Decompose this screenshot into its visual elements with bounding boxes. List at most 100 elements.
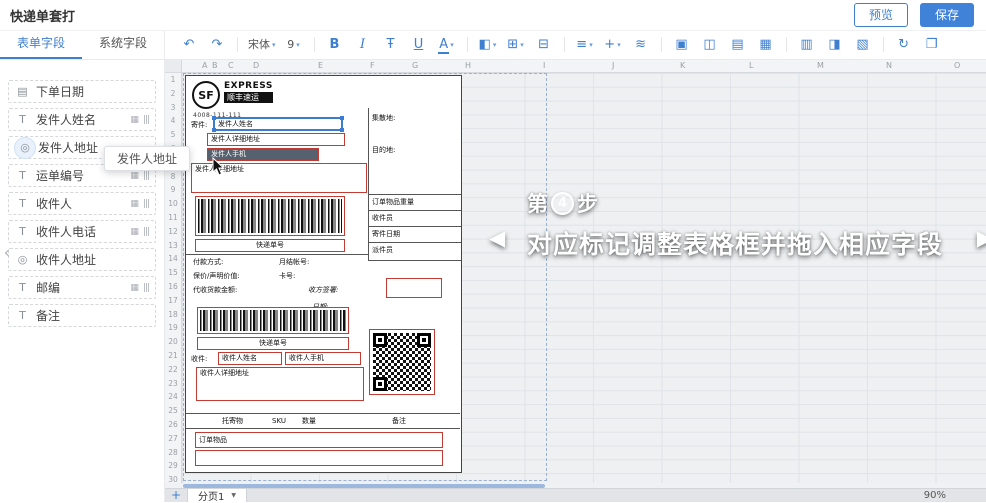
waybill-page[interactable]: SF EXPRESS 顺丰速运 4008-111-111 集散地:目的地:寄件:…	[185, 75, 462, 473]
undo-icon[interactable]: ↶	[176, 34, 202, 56]
row-header[interactable]: 20	[165, 337, 181, 346]
selection-handle[interactable]	[340, 128, 344, 132]
insert-link-button[interactable]: ▦	[753, 34, 779, 56]
column-header[interactable]: A	[202, 61, 207, 70]
vertical-align-button[interactable]: +▾	[600, 34, 626, 56]
row-header[interactable]: 9	[165, 185, 181, 194]
waybill-text[interactable]: 寄件:	[191, 121, 207, 129]
borders-button[interactable]: ⊞▾	[503, 34, 529, 56]
row-header[interactable]: 16	[165, 282, 181, 291]
refresh-button[interactable]: ↻	[891, 34, 917, 56]
row-header[interactable]: 11	[165, 213, 181, 222]
font-size-select[interactable]: 9▾	[281, 34, 307, 56]
qr-code[interactable]	[369, 329, 435, 395]
insert-chart-button[interactable]: ◫	[697, 34, 723, 56]
insert-image-button[interactable]: ▣	[669, 34, 695, 56]
row-header[interactable]: 29	[165, 461, 181, 470]
waybill-text[interactable]: 备注	[392, 417, 406, 425]
waybill-text[interactable]: 收方签署:	[308, 286, 338, 294]
waybill-text[interactable]: SKU	[272, 417, 286, 425]
row-header[interactable]: 18	[165, 310, 181, 319]
waybill-text[interactable]: 卡号:	[279, 272, 295, 280]
qr-badge-icon[interactable]: ▦	[130, 227, 138, 237]
waybill-text[interactable]: 收件员	[372, 214, 393, 222]
row-header[interactable]: 26	[165, 420, 181, 429]
chevron-down-icon[interactable]: ▼	[231, 492, 236, 499]
qr-badge-icon[interactable]: ▦	[130, 171, 138, 181]
barcode-badge-icon[interactable]: |||	[143, 227, 149, 237]
sidebar-item-order-date[interactable]: ▤下单日期	[8, 80, 156, 103]
row-header[interactable]: 24	[165, 392, 181, 401]
column-header[interactable]: J	[612, 61, 614, 70]
waybill-text[interactable]: 保价/声明价值:	[193, 272, 240, 280]
column-header[interactable]: D	[253, 61, 259, 70]
freeze-button[interactable]: ▥	[794, 34, 820, 56]
column-header[interactable]: C	[228, 61, 234, 70]
print-area-button[interactable]: ▧	[850, 34, 876, 56]
column-header[interactable]: E	[318, 61, 323, 70]
column-header[interactable]: I	[543, 61, 545, 70]
row-header[interactable]: 2	[165, 89, 181, 98]
text-wrap-button[interactable]: ≋	[628, 34, 654, 56]
waybill-text[interactable]: 月结帐号:	[279, 258, 309, 266]
sidebar-item-receiver-address[interactable]: ◎收件人地址	[8, 248, 156, 271]
fill-color-button[interactable]: ◧▾	[475, 34, 501, 56]
column-header[interactable]: G	[412, 61, 418, 70]
waybill-text[interactable]: 付款方式:	[193, 258, 223, 266]
save-button[interactable]: 保存	[920, 3, 974, 27]
align-button[interactable]: ≡▾	[572, 34, 598, 56]
row-header[interactable]: 14	[165, 254, 181, 263]
column-header[interactable]: M	[817, 61, 824, 70]
row-header[interactable]: 8	[165, 172, 181, 181]
row-header[interactable]: 30	[165, 475, 181, 484]
row-header[interactable]: 28	[165, 448, 181, 457]
field-box[interactable]: 收件人详细地址	[196, 367, 364, 401]
bold-button[interactable]: B	[322, 34, 348, 56]
barcode-badge-icon[interactable]: |||	[143, 199, 149, 209]
barcode[interactable]	[195, 196, 345, 236]
font-color-button[interactable]: A▾	[434, 34, 460, 56]
preview-button[interactable]: 预览	[854, 3, 908, 27]
waybill-text[interactable]: 寄件日期	[372, 230, 400, 238]
row-header[interactable]: 4	[165, 116, 181, 125]
row-header[interactable]: 3	[165, 103, 181, 112]
barcode-badge-icon[interactable]: |||	[143, 171, 149, 181]
insert-table-button[interactable]: ▤	[725, 34, 751, 56]
selected-field-box[interactable]: 发件人姓名	[213, 117, 343, 131]
field-box[interactable]	[195, 450, 443, 466]
column-header[interactable]: L	[749, 61, 753, 70]
selection-handle[interactable]	[212, 128, 216, 132]
strikethrough-button[interactable]: Ŧ	[378, 34, 404, 56]
waybill-text[interactable]: 代收货款金额:	[193, 286, 237, 294]
row-header[interactable]: 13	[165, 241, 181, 250]
font-family-select[interactable]: 宋体▾	[245, 34, 279, 56]
tab-system-fields[interactable]: 系统字段	[82, 30, 164, 59]
qr-badge-icon[interactable]: ▦	[130, 283, 138, 293]
field-box[interactable]: 收件人姓名	[218, 352, 282, 365]
row-header[interactable]: 25	[165, 406, 181, 415]
sidebar-item-receiver-phone[interactable]: T收件人电话▦|||	[8, 220, 156, 243]
split-button[interactable]: ◨	[822, 34, 848, 56]
field-box[interactable]: 快递单号	[195, 239, 345, 252]
qr-badge-icon[interactable]: ▦	[130, 115, 138, 125]
waybill-text[interactable]: 集散地:	[372, 114, 395, 122]
sidebar-item-zipcode[interactable]: T邮编▦|||	[8, 276, 156, 299]
waybill-text[interactable]: 收件:	[191, 355, 207, 363]
add-page-button[interactable]: +	[165, 489, 187, 502]
copy-button[interactable]: ❐	[919, 34, 945, 56]
barcode[interactable]	[197, 307, 349, 334]
tab-form-fields[interactable]: 表单字段	[0, 30, 82, 59]
row-header[interactable]: 15	[165, 268, 181, 277]
waybill-text[interactable]: 数量	[302, 417, 316, 425]
sidebar-item-receiver[interactable]: T收件人▦|||	[8, 192, 156, 215]
column-header[interactable]: H	[465, 61, 471, 70]
row-header[interactable]: 5	[165, 130, 181, 139]
row-header[interactable]: 23	[165, 379, 181, 388]
underline-button[interactable]: U	[406, 34, 432, 56]
merge-cells-button[interactable]: ⊟	[531, 34, 557, 56]
redo-icon[interactable]: ↷	[204, 34, 230, 56]
page-tab[interactable]: 分页1 ▼	[187, 489, 247, 502]
row-header[interactable]: 1	[165, 75, 181, 84]
row-header[interactable]: 10	[165, 199, 181, 208]
column-header[interactable]: N	[886, 61, 892, 70]
